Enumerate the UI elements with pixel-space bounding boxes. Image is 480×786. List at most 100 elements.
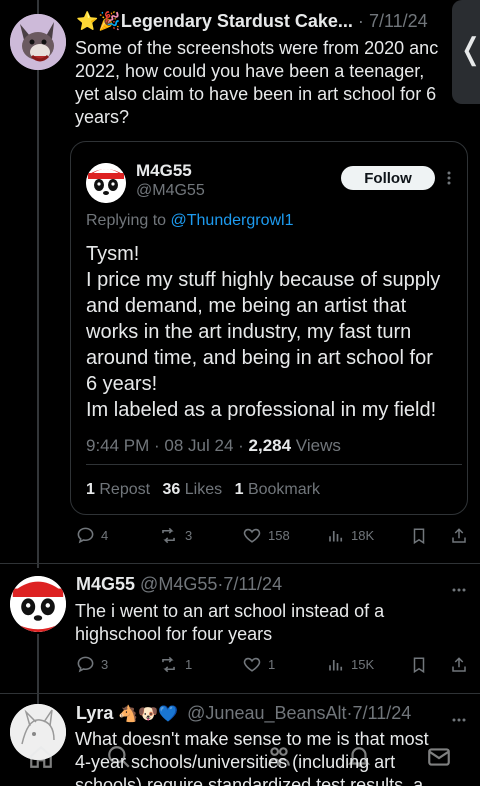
home-icon bbox=[30, 745, 52, 768]
timestamp[interactable]: 7/11/24 bbox=[353, 703, 412, 723]
mail-icon bbox=[428, 748, 450, 766]
repost-count: 1 bbox=[86, 481, 95, 498]
replying-label: Replying to bbox=[86, 212, 171, 229]
analytics-icon bbox=[329, 531, 343, 542]
views-count: 15K bbox=[351, 657, 375, 672]
home-nav[interactable] bbox=[28, 744, 54, 775]
communities-nav[interactable] bbox=[266, 744, 292, 775]
text-line: years? bbox=[75, 107, 130, 127]
display-name[interactable]: M4G55 bbox=[76, 574, 135, 594]
follow-button[interactable]: Follow bbox=[341, 166, 435, 190]
tweet-header: M4G55 @M4G55·7/11/24 bbox=[76, 574, 282, 595]
views-button[interactable]: 18K bbox=[327, 526, 374, 545]
handle[interactable]: @Juneau_BeansAlt bbox=[187, 703, 346, 723]
bookmark-icon bbox=[413, 657, 425, 674]
messages-nav[interactable] bbox=[426, 744, 452, 775]
reply-icon bbox=[77, 656, 94, 673]
share-icon bbox=[452, 528, 466, 543]
heart-icon bbox=[243, 528, 261, 543]
analytics-icon bbox=[329, 660, 343, 671]
repost-stat[interactable]: 1 Repost bbox=[86, 481, 150, 498]
text-line: around time, and being in art school for bbox=[86, 347, 433, 369]
bell-icon bbox=[347, 747, 371, 767]
share-icon bbox=[452, 657, 466, 672]
likes-label: Likes bbox=[184, 481, 223, 498]
divider bbox=[0, 563, 480, 564]
text-line: and demand, me being an artist that bbox=[86, 295, 407, 317]
share-button[interactable] bbox=[450, 526, 468, 546]
repost-button[interactable]: 3 bbox=[158, 526, 192, 545]
chevron-left-icon: ❬ bbox=[458, 32, 480, 67]
bookmark-label: Bookmark bbox=[247, 481, 320, 498]
repost-icon bbox=[162, 527, 175, 544]
timestamp[interactable]: 7/11/24 bbox=[223, 574, 282, 594]
divider bbox=[0, 693, 480, 694]
quoted-meta: 9:44 PM · 08 Jul 24 · 2,284 Views bbox=[86, 436, 341, 456]
bookmark-icon bbox=[413, 528, 425, 545]
reply-count: 3 bbox=[101, 657, 109, 672]
more-options-icon[interactable] bbox=[451, 580, 467, 598]
avatar[interactable] bbox=[10, 576, 66, 632]
quoted-name[interactable]: M4G55 bbox=[136, 161, 192, 181]
repost-button[interactable]: 1 bbox=[158, 655, 192, 674]
avatar[interactable] bbox=[10, 14, 66, 70]
likes-stat[interactable]: 36 Likes bbox=[163, 481, 223, 498]
views-count: 18K bbox=[351, 528, 375, 543]
tweet-header: ⭐🎉Legendary Stardust Cake... · 7/11/24 bbox=[76, 11, 428, 32]
more-options-icon[interactable] bbox=[446, 170, 452, 191]
timestamp[interactable]: 7/11/24 bbox=[369, 11, 428, 31]
reply-button[interactable]: 4 bbox=[76, 526, 108, 545]
repost-icon bbox=[162, 656, 175, 673]
tweet-text: Some of the screenshots were from 2020 a… bbox=[75, 37, 455, 129]
text-line: yet also claim to have been in art schoo… bbox=[75, 84, 437, 104]
likes-count: 36 bbox=[162, 481, 181, 498]
quoted-avatar[interactable] bbox=[86, 163, 126, 203]
handle[interactable]: @M4G55 bbox=[140, 574, 217, 594]
reply-button[interactable]: 3 bbox=[76, 655, 108, 674]
display-name[interactable]: ⭐🎉Legendary Stardust Cake... bbox=[76, 11, 353, 31]
reply-count: 4 bbox=[101, 528, 109, 543]
like-button[interactable]: 158 bbox=[242, 526, 290, 545]
tweet-text: The i went to an art school instead of a… bbox=[75, 600, 465, 646]
display-name[interactable]: Lyra bbox=[76, 703, 113, 723]
notifications-nav[interactable] bbox=[346, 744, 372, 775]
bottom-navigation bbox=[0, 736, 480, 786]
wolf-avatar-icon bbox=[10, 14, 66, 70]
replying-handle-link[interactable]: @Thundergrowl1 bbox=[171, 212, 294, 229]
search-icon bbox=[108, 746, 130, 768]
share-button[interactable] bbox=[450, 655, 468, 675]
bookmark-count: 1 bbox=[234, 481, 244, 498]
communities-icon bbox=[268, 747, 290, 766]
text-line: 2022, how could you have been a teenager… bbox=[75, 61, 425, 81]
views-button[interactable]: 15K bbox=[327, 655, 374, 674]
like-button[interactable]: 1 bbox=[242, 655, 275, 674]
divider bbox=[86, 464, 462, 465]
text-line: Im labeled as a professional in my field… bbox=[86, 399, 437, 421]
name-emojis: 🐴🐶💙 bbox=[118, 706, 179, 723]
like-count: 1 bbox=[268, 657, 276, 672]
text-line: Tysm! bbox=[86, 243, 140, 265]
text-line: 6 years! bbox=[86, 373, 158, 395]
heart-icon bbox=[243, 657, 261, 672]
quoted-timestamp[interactable]: 9:44 PM · 08 Jul 24 · bbox=[86, 436, 249, 455]
more-options-icon[interactable] bbox=[451, 710, 467, 728]
views-label: Views bbox=[291, 436, 341, 455]
search-nav[interactable] bbox=[106, 744, 132, 775]
views-count: 2,284 bbox=[248, 436, 292, 455]
repost-label: Repost bbox=[99, 481, 151, 498]
back-tab[interactable]: ❬ bbox=[452, 0, 480, 104]
repost-count: 1 bbox=[185, 657, 193, 672]
text-line: highschool for four years bbox=[75, 624, 273, 644]
panda-avatar-icon bbox=[86, 163, 126, 203]
like-count: 158 bbox=[268, 528, 290, 543]
quoted-stats: 1 Repost 36 Likes 1 Bookmark bbox=[86, 481, 320, 499]
quoted-handle[interactable]: @M4G55 bbox=[136, 182, 205, 200]
bookmark-button[interactable] bbox=[410, 655, 428, 675]
bookmark-stat[interactable]: 1 Bookmark bbox=[235, 481, 320, 498]
panda-avatar-icon bbox=[10, 576, 66, 632]
text-line: Some of the screenshots were from 2020 a… bbox=[75, 38, 439, 58]
quoted-text: Tysm! I price my stuff highly because of… bbox=[86, 241, 461, 423]
separator: · bbox=[357, 11, 364, 31]
reply-icon bbox=[77, 527, 94, 544]
bookmark-button[interactable] bbox=[410, 526, 428, 546]
